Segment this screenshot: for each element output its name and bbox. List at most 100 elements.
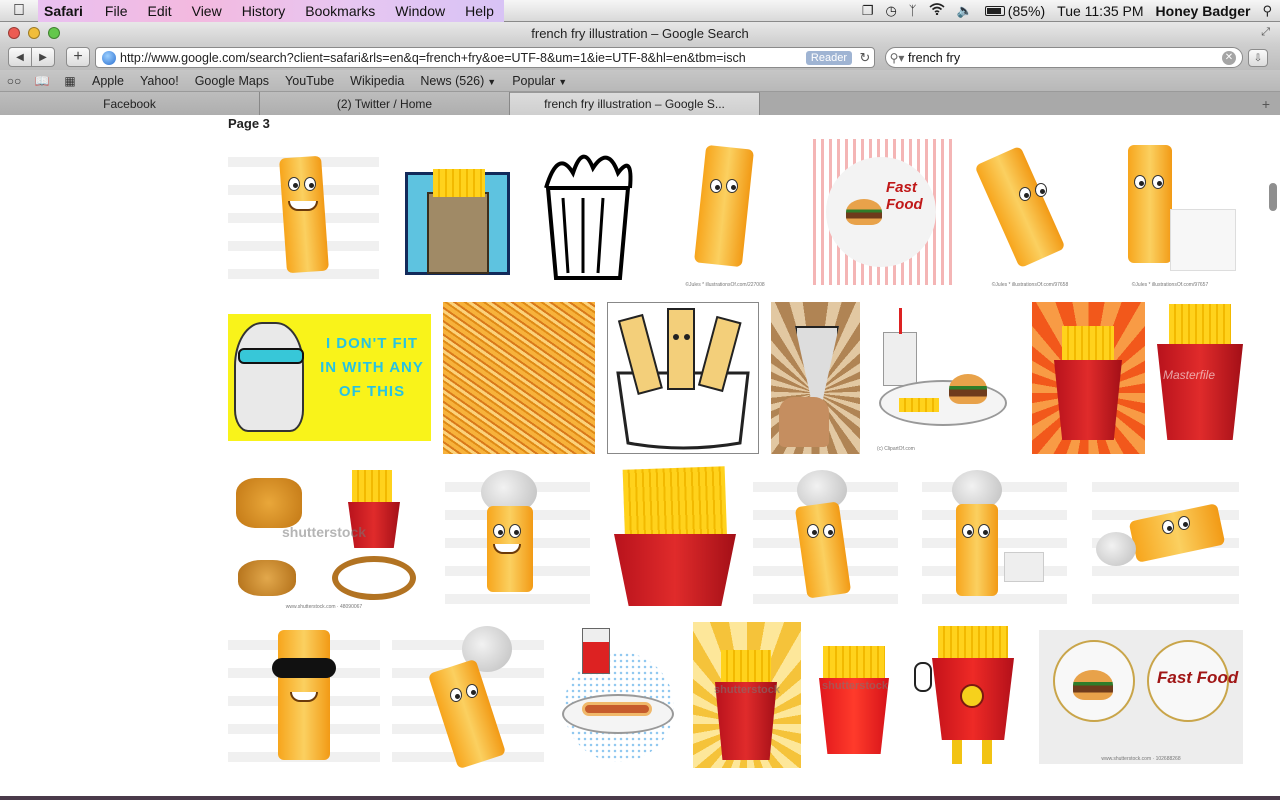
- reading-list-icon[interactable]: ○○: [0, 74, 28, 88]
- spotlight-icon[interactable]: ⚲: [1262, 3, 1272, 19]
- image-result[interactable]: Masterfile: [1157, 302, 1243, 454]
- url-text[interactable]: http://www.google.com/search?client=safa…: [120, 51, 806, 65]
- image-result[interactable]: [922, 464, 1067, 609]
- image-result[interactable]: I DON'T FIT IN WITH ANY OF THIS: [228, 314, 431, 441]
- fry-eye: [509, 524, 521, 538]
- battery-fill: [986, 7, 1001, 14]
- apple-icon[interactable]: : [0, 2, 38, 20]
- fullscreen-icon[interactable]: ⤢: [1261, 26, 1270, 39]
- dropbox-icon[interactable]: ❐: [862, 3, 874, 19]
- menu-app-safari[interactable]: Safari: [38, 3, 95, 19]
- menu-bookmarks[interactable]: Bookmarks: [295, 3, 385, 19]
- bookmark-google-maps[interactable]: Google Maps: [187, 74, 277, 88]
- menu-history[interactable]: History: [232, 3, 296, 19]
- tab-facebook[interactable]: Facebook: [0, 92, 260, 115]
- image-caption: www.shutterstock.com · 48090067: [285, 604, 363, 610]
- tab-twitter[interactable]: (2) Twitter / Home: [260, 92, 510, 115]
- burger: [1073, 670, 1113, 700]
- image-result[interactable]: [228, 622, 380, 774]
- add-bookmark-button[interactable]: +: [66, 47, 90, 67]
- image-result[interactable]: ©Jules * illustrationsOf.com/227008: [670, 139, 780, 290]
- back-button[interactable]: ◀: [8, 47, 32, 67]
- bookmark-yahoo[interactable]: Yahoo!: [132, 74, 187, 88]
- tab-google-search[interactable]: french fry illustration – Google S...: [510, 92, 760, 115]
- bookmark-popular-label: Popular: [512, 73, 556, 88]
- image-result[interactable]: [228, 139, 379, 290]
- globe-icon: [102, 50, 116, 65]
- window-title: french fry illustration – Google Search: [531, 25, 749, 41]
- skeleton-figure: [234, 322, 304, 432]
- image-result[interactable]: [556, 622, 681, 774]
- downloads-button[interactable]: ⇩: [1248, 49, 1268, 67]
- chevron-down-icon: ▼: [487, 76, 497, 87]
- bookmark-news[interactable]: News (526) ▼: [412, 74, 504, 88]
- reader-button[interactable]: Reader: [805, 50, 852, 65]
- image-result[interactable]: [445, 464, 590, 609]
- search-icon: ⚲▾: [889, 50, 905, 65]
- image-result[interactable]: shutterstock www.shutterstock.com · 4809…: [228, 464, 420, 612]
- bookmark-wikipedia[interactable]: Wikipedia: [342, 74, 412, 88]
- bluetooth-icon[interactable]: ᛉ: [909, 3, 917, 18]
- forward-button[interactable]: ▶: [31, 47, 55, 67]
- image-result[interactable]: ©Jules * illustrationsOf.com/97657: [1100, 139, 1240, 290]
- search-field[interactable]: ⚲▾ french fry ✕: [885, 47, 1243, 68]
- clear-search-icon[interactable]: ✕: [1222, 50, 1236, 65]
- minimize-window-button[interactable]: [28, 27, 40, 39]
- bookmark-youtube[interactable]: YouTube: [277, 74, 342, 88]
- fries: [899, 398, 939, 412]
- scrollbar-thumb[interactable]: [1269, 183, 1277, 211]
- menu-edit[interactable]: Edit: [137, 3, 181, 19]
- bookmark-popular[interactable]: Popular ▼: [504, 74, 575, 88]
- chevron-down-icon: ▼: [558, 76, 568, 87]
- image-result[interactable]: [405, 167, 512, 277]
- clock[interactable]: Tue 11:35 PM: [1057, 3, 1143, 19]
- image-result[interactable]: Fast Food www.shutterstock.com · 1026882…: [1039, 630, 1243, 764]
- image-result[interactable]: [771, 302, 860, 454]
- image-caption: ©Jules * illustrationsOf.com/97658: [991, 282, 1069, 288]
- search-text[interactable]: french fry: [908, 51, 1222, 65]
- image-result[interactable]: ©Jules * illustrationsOf.com/97658: [975, 139, 1085, 290]
- image-result[interactable]: [1032, 302, 1145, 454]
- image-result[interactable]: (c) ClipartOf.com: [873, 302, 1020, 454]
- fast-food-text: Fast Food: [886, 179, 923, 213]
- image-result[interactable]: [607, 302, 759, 454]
- fry-eye: [450, 688, 462, 702]
- show-bookmarks-icon[interactable]: 📖: [28, 74, 56, 88]
- image-result[interactable]: shutterstock: [693, 622, 801, 768]
- reload-icon[interactable]: ↻: [856, 50, 874, 66]
- fry-eye: [807, 524, 819, 538]
- address-bar[interactable]: http://www.google.com/search?client=safa…: [95, 47, 875, 68]
- fry-eye: [493, 524, 505, 538]
- fast-food-text: Fast Food: [1157, 668, 1239, 687]
- image-result[interactable]: [1092, 464, 1239, 609]
- bookmarks-bar: ○○ 📖 ▦ Apple Yahoo! Google Maps YouTube …: [0, 70, 1280, 92]
- image-result[interactable]: Fast Food: [808, 139, 954, 285]
- wifi-icon[interactable]: [929, 3, 945, 18]
- fries: [433, 169, 485, 197]
- battery-indicator[interactable]: (85%): [984, 3, 1045, 19]
- new-tab-button[interactable]: +: [1252, 92, 1280, 115]
- menu-view[interactable]: View: [182, 3, 232, 19]
- watermark-text: shutterstock: [821, 680, 889, 692]
- bookmark-apple[interactable]: Apple: [84, 74, 132, 88]
- menu-help[interactable]: Help: [455, 3, 504, 19]
- sketch-bag-drawing: [544, 154, 633, 280]
- image-result[interactable]: [443, 302, 595, 454]
- image-result[interactable]: [538, 143, 639, 283]
- top-sites-icon[interactable]: ▦: [56, 74, 84, 88]
- close-window-button[interactable]: [8, 27, 20, 39]
- fry-eye: [1152, 175, 1164, 189]
- time-machine-icon[interactable]: ◷: [885, 3, 896, 19]
- menu-window[interactable]: Window: [385, 3, 455, 19]
- menu-file[interactable]: File: [95, 3, 138, 19]
- user-name[interactable]: Honey Badger: [1156, 3, 1251, 19]
- image-result[interactable]: [908, 622, 1026, 774]
- image-result[interactable]: [753, 464, 898, 609]
- image-result[interactable]: [392, 622, 544, 774]
- image-result[interactable]: [610, 464, 741, 609]
- page-content: Page 3 ©Jules * illustrationsOf.com/2270…: [0, 115, 1280, 796]
- volume-icon[interactable]: 🔈: [957, 3, 973, 19]
- tab-bar: Facebook (2) Twitter / Home french fry i…: [0, 92, 1280, 115]
- image-result[interactable]: shutterstock: [815, 622, 895, 774]
- zoom-window-button[interactable]: [48, 27, 60, 39]
